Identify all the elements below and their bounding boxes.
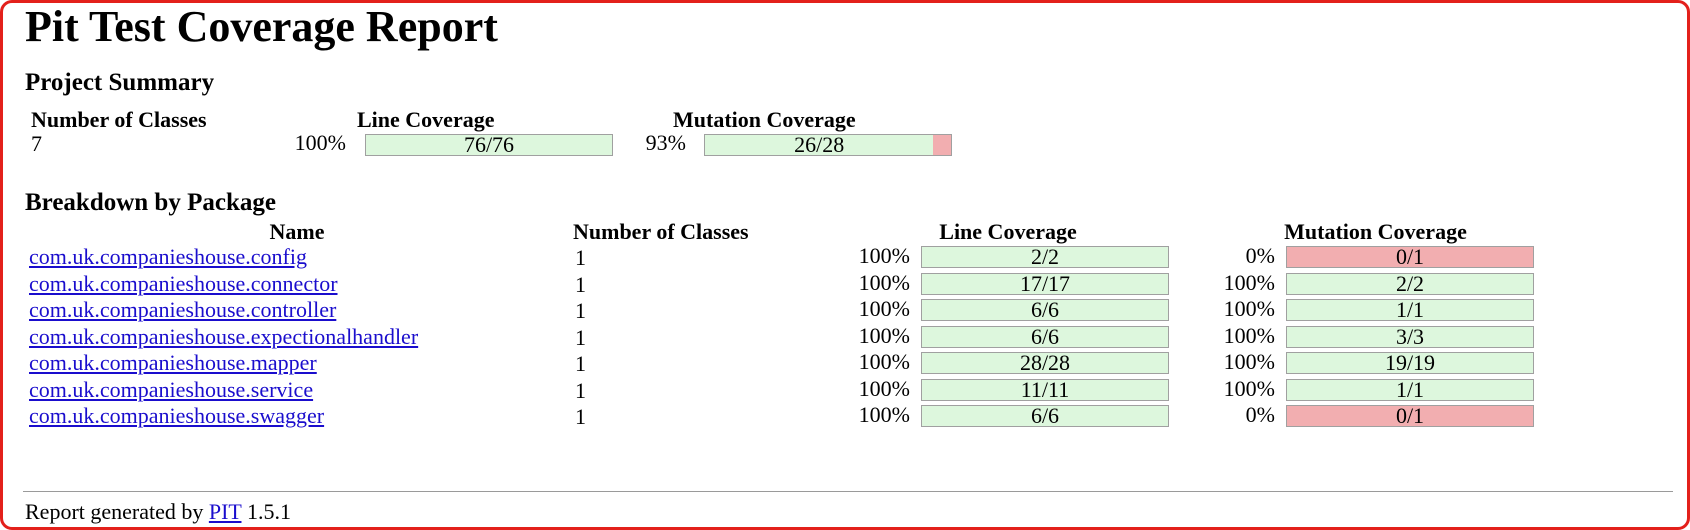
package-mutation-coverage-label: 0/1: [1395, 405, 1425, 427]
package-class-count: 1: [575, 351, 586, 376]
summary-mutation-percent: 93%: [645, 130, 686, 155]
package-class-count: 1: [575, 325, 586, 350]
breakdown-heading: Breakdown by Package: [25, 189, 276, 216]
package-class-count: 1: [575, 378, 586, 403]
package-mutation-percent: 100%: [1223, 349, 1275, 374]
package-line-coverage-bar: 11/11: [921, 379, 1169, 401]
package-line-percent: 100%: [858, 296, 910, 321]
package-link[interactable]: com.uk.companieshouse.config: [29, 244, 307, 270]
footer: Report generated by PIT 1.5.1: [25, 499, 291, 525]
summary-header-mutation: Mutation Coverage: [673, 107, 856, 132]
package-line-percent: 100%: [858, 270, 910, 295]
package-link[interactable]: com.uk.companieshouse.controller: [29, 297, 336, 323]
breakdown-header-name: Name: [269, 219, 325, 244]
package-line-percent: 100%: [858, 349, 910, 374]
summary-header-line: Line Coverage: [357, 107, 495, 132]
package-line-coverage-bar: 28/28: [921, 352, 1169, 374]
package-class-count: 1: [575, 272, 586, 297]
package-link[interactable]: com.uk.companieshouse.expectionalhandler: [29, 324, 418, 350]
package-link[interactable]: com.uk.companieshouse.service: [29, 377, 313, 403]
breakdown-header-classes: Number of Classes: [573, 219, 749, 244]
report-frame: Pit Test Coverage Report Project Summary…: [0, 0, 1690, 530]
package-line-coverage-bar: 6/6: [921, 299, 1169, 321]
package-line-coverage-label: 11/11: [1020, 379, 1070, 401]
package-mutation-coverage-label: 2/2: [1395, 273, 1425, 295]
package-line-percent: 100%: [858, 323, 910, 348]
summary-mutation-coverage-bar: 26/28: [704, 134, 952, 156]
package-line-coverage-bar: 6/6: [921, 405, 1169, 427]
summary-line-coverage-bar: 76/76: [365, 134, 613, 156]
package-line-percent: 100%: [858, 243, 910, 268]
summary-mutation-coverage-label: 26/28: [794, 134, 845, 156]
package-line-coverage-bar: 17/17: [921, 273, 1169, 295]
package-class-count: 1: [575, 404, 586, 429]
package-line-coverage-label: 2/2: [1030, 246, 1060, 268]
package-mutation-coverage-label: 0/1: [1395, 246, 1425, 268]
package-mutation-percent: 100%: [1223, 296, 1275, 321]
package-line-coverage-label: 6/6: [1030, 299, 1060, 321]
package-mutation-percent: 100%: [1223, 376, 1275, 401]
package-mutation-percent: 100%: [1223, 270, 1275, 295]
package-mutation-coverage-bar: 1/1: [1286, 379, 1534, 401]
uncovered-fill: [933, 135, 951, 155]
package-line-coverage-label: 6/6: [1030, 326, 1060, 348]
package-line-coverage-label: 6/6: [1030, 405, 1060, 427]
footer-prefix: Report generated by: [25, 499, 204, 524]
package-mutation-coverage-bar: 0/1: [1286, 246, 1534, 268]
footer-divider: [23, 491, 1673, 492]
package-link[interactable]: com.uk.companieshouse.mapper: [29, 350, 317, 376]
package-mutation-coverage-bar: 0/1: [1286, 405, 1534, 427]
package-mutation-coverage-label: 1/1: [1395, 299, 1425, 321]
package-class-count: 1: [575, 298, 586, 323]
package-class-count: 1: [575, 245, 586, 270]
package-mutation-coverage-bar: 2/2: [1286, 273, 1534, 295]
footer-version: 1.5.1: [246, 499, 291, 524]
package-mutation-percent: 100%: [1223, 323, 1275, 348]
package-line-coverage-bar: 6/6: [921, 326, 1169, 348]
package-line-percent: 100%: [858, 376, 910, 401]
package-line-coverage-bar: 2/2: [921, 246, 1169, 268]
pit-link[interactable]: PIT: [209, 499, 242, 524]
package-mutation-coverage-label: 3/3: [1395, 326, 1425, 348]
package-line-coverage-label: 28/28: [1019, 352, 1071, 374]
summary-classes-value: 7: [31, 131, 42, 156]
package-link[interactable]: com.uk.companieshouse.connector: [29, 271, 338, 297]
breakdown-header-mutation: Mutation Coverage: [1284, 219, 1467, 244]
summary-line-percent: 100%: [294, 130, 346, 155]
breakdown-header-line: Line Coverage: [939, 219, 1077, 244]
package-mutation-percent: 0%: [1245, 243, 1275, 268]
package-link[interactable]: com.uk.companieshouse.swagger: [29, 403, 324, 429]
package-mutation-coverage-bar: 19/19: [1286, 352, 1534, 374]
summary-line-coverage-label: 76/76: [463, 134, 515, 156]
summary-header-classes: Number of Classes: [31, 107, 207, 132]
package-mutation-coverage-bar: 3/3: [1286, 326, 1534, 348]
package-line-coverage-label: 17/17: [1019, 273, 1071, 295]
package-line-percent: 100%: [858, 402, 910, 427]
page-title: Pit Test Coverage Report: [25, 2, 498, 51]
project-summary-heading: Project Summary: [25, 69, 215, 96]
package-mutation-percent: 0%: [1245, 402, 1275, 427]
package-mutation-coverage-label: 1/1: [1395, 379, 1425, 401]
package-mutation-coverage-label: 19/19: [1384, 352, 1436, 374]
package-mutation-coverage-bar: 1/1: [1286, 299, 1534, 321]
